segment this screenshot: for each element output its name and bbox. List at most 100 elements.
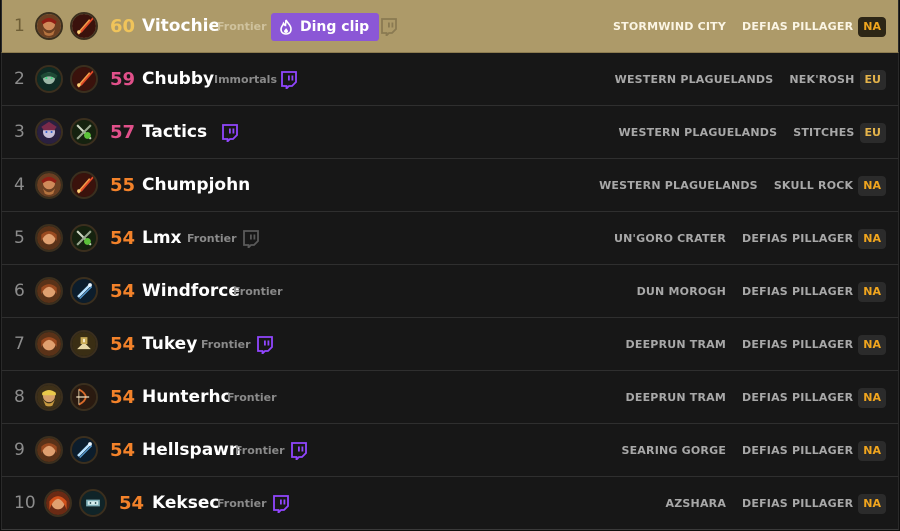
zone-name: WESTERN PLAGUELANDS [614, 73, 774, 86]
ding-clip-button[interactable]: Ding clip [271, 13, 380, 41]
character-name[interactable]: Hellspawn [142, 424, 241, 477]
leaderboard-row[interactable]: 8 54 Hunterhc Frontier DEEPRUN TRAM DEFI… [1, 371, 899, 424]
character-level: 59 [110, 69, 136, 90]
character-name[interactable]: Tactics [142, 106, 207, 159]
character-name[interactable]: Tukey [142, 318, 197, 371]
realm-name: STITCHES [793, 126, 855, 139]
location-group: SEARING GORGE DEFIAS PILLAGER NA [621, 424, 886, 477]
character-name[interactable]: Vitochie [142, 0, 220, 53]
twitch-icon[interactable] [242, 230, 259, 248]
character-level: 54 [110, 281, 136, 302]
race-avatar-icon [35, 330, 63, 358]
region-badge: NA [858, 16, 886, 37]
region-badge: NA [858, 175, 886, 196]
race-avatar-icon [35, 118, 63, 146]
guild-name[interactable]: Frontier [217, 0, 267, 53]
zone-name: DUN MOROGH [636, 285, 727, 298]
character-level: 57 [110, 122, 136, 143]
character-name[interactable]: Keksec [152, 477, 219, 530]
realm-name: DEFIAS PILLAGER [742, 444, 854, 457]
guild-name[interactable]: Frontier [227, 371, 277, 424]
character-name[interactable]: Chumpjohn [142, 159, 250, 212]
rank: 9 [14, 440, 25, 460]
zone-name: SEARING GORGE [621, 444, 727, 457]
twitch-icon[interactable] [290, 442, 307, 460]
realm-name: SKULL ROCK [773, 179, 854, 192]
location-group: DEEPRUN TRAM DEFIAS PILLAGER NA [626, 318, 886, 371]
realm-name: DEFIAS PILLAGER [742, 285, 854, 298]
twitch-icon[interactable] [380, 18, 397, 36]
mage-class-icon [70, 277, 98, 305]
rank: 2 [14, 69, 25, 89]
region-badge: NA [858, 493, 886, 514]
guild-name[interactable]: Immortals [214, 53, 277, 106]
region-badge: NA [858, 440, 886, 461]
leaderboard-row[interactable]: 2 59 Chubby Immortals WESTERN PLAGUELAND… [1, 53, 899, 106]
twitch-icon[interactable] [221, 124, 238, 142]
race-avatar-icon [35, 171, 63, 199]
character-name[interactable]: Chubby [142, 53, 214, 106]
twitch-icon[interactable] [272, 495, 289, 513]
rogue-class-icon [79, 489, 107, 517]
ding-clip-label: Ding clip [300, 19, 370, 35]
zone-name: WESTERN PLAGUELANDS [618, 126, 778, 139]
rank: 7 [14, 334, 25, 354]
guild-name[interactable]: Frontier [201, 318, 251, 371]
rank: 6 [14, 281, 25, 301]
leaderboard-row[interactable]: 1 60 Vitochie Frontier Ding clip STORMWI… [1, 0, 899, 53]
guild-name[interactable]: Frontier [235, 424, 285, 477]
rank: 8 [14, 387, 25, 407]
leaderboard-row[interactable]: 6 54 Windforce Frontier DUN MOROGH DEFIA… [1, 265, 899, 318]
region-badge: EU [859, 122, 886, 143]
zone-name: STORMWIND CITY [613, 20, 727, 33]
leaderboard-row[interactable]: 3 57 Tactics WESTERN PLAGUELANDS STITCHE… [1, 106, 899, 159]
realm-name: DEFIAS PILLAGER [742, 497, 854, 510]
region-badge: NA [858, 281, 886, 302]
zone-name: WESTERN PLAGUELANDS [599, 179, 758, 192]
realm-name: DEFIAS PILLAGER [742, 232, 854, 245]
guild-name[interactable]: Frontier [217, 477, 267, 530]
warrior-class-icon [70, 65, 98, 93]
character-level: 55 [110, 175, 136, 196]
zone-name: AZSHARA [665, 497, 727, 510]
guild-name[interactable]: Frontier [233, 265, 283, 318]
character-level: 54 [119, 493, 145, 514]
warrior-class-icon [70, 12, 98, 40]
region-badge: EU [859, 69, 886, 90]
region-badge: NA [858, 228, 886, 249]
race-avatar-icon [35, 65, 63, 93]
leaderboard-row[interactable]: 5 54 Lmx Frontier UN'GORO CRATER DEFIAS … [1, 212, 899, 265]
race-avatar-icon [35, 224, 63, 252]
location-group: WESTERN PLAGUELANDS SKULL ROCK NA [599, 159, 886, 212]
realm-name: NEK'ROSH [789, 73, 855, 86]
location-group: UN'GORO CRATER DEFIAS PILLAGER NA [614, 212, 886, 265]
character-name[interactable]: Windforce [142, 265, 240, 318]
leaderboard-row[interactable]: 4 55 Chumpjohn WESTERN PLAGUELANDS SKULL… [1, 159, 899, 212]
character-level: 60 [110, 16, 136, 37]
realm-name: DEFIAS PILLAGER [742, 391, 854, 404]
mage-class-icon [70, 436, 98, 464]
realm-name: DEFIAS PILLAGER [742, 20, 854, 33]
rank: 1 [14, 16, 25, 36]
leaderboard-row[interactable]: 10 54 Keksec Frontier AZSHARA DEFIAS PIL… [1, 477, 899, 530]
race-avatar-icon [44, 489, 72, 517]
rogue-class-icon [70, 118, 98, 146]
guild-name[interactable]: Frontier [187, 212, 237, 265]
rogue-class-icon [70, 224, 98, 252]
leaderboard-row[interactable]: 7 54 Tukey Frontier DEEPRUN TRAM DEFIAS … [1, 318, 899, 371]
location-group: STORMWIND CITY DEFIAS PILLAGER NA [613, 0, 886, 53]
race-avatar-icon [35, 436, 63, 464]
zone-name: DEEPRUN TRAM [625, 338, 727, 351]
leaderboard-row[interactable]: 9 54 Hellspawn Frontier SEARING GORGE DE… [1, 424, 899, 477]
character-name[interactable]: Hunterhc [142, 371, 231, 424]
race-avatar-icon [35, 383, 63, 411]
character-level: 54 [110, 334, 136, 355]
flame-icon [279, 19, 293, 35]
twitch-icon[interactable] [256, 336, 273, 354]
location-group: AZSHARA DEFIAS PILLAGER NA [666, 477, 886, 530]
character-name[interactable]: Lmx [142, 212, 182, 265]
race-avatar-icon [35, 12, 63, 40]
region-badge: NA [858, 387, 886, 408]
twitch-icon[interactable] [280, 71, 297, 89]
rank: 10 [14, 493, 36, 513]
